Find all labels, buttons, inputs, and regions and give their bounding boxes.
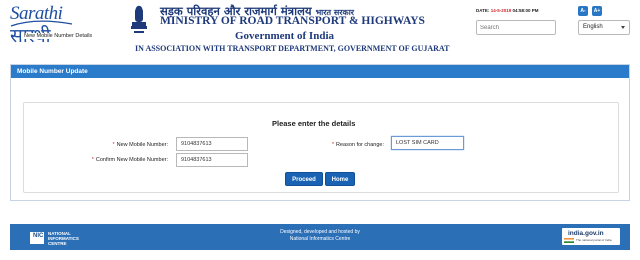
fieldset-legend: New Mobile Number Details [21,33,96,39]
home-button[interactable]: Home [325,172,355,186]
new-mobile-label-text: New Mobile Number: [116,142,168,148]
panel-title: Mobile Number Update [11,65,629,78]
footer-line-1: Designed, developed and hosted by [280,229,360,235]
nic-logo-text: NIC [33,233,44,239]
association-title: IN ASSOCIATION WITH TRANSPORT DEPARTMENT… [135,44,450,53]
sarathi-logo[interactable]: Sarathi सारथी [8,3,78,51]
tricolor-flag-icon [564,238,574,243]
time-value: 04:58:00 PM [512,8,539,13]
required-mark: * [91,157,94,163]
reason-field[interactable]: LOST SIM CARD [391,136,464,150]
nic-name: NATIONAL INFORMATICS CENTRE [48,231,79,246]
chevron-down-icon [621,26,625,29]
language-selected-value: English [583,24,603,30]
search-input[interactable] [476,20,556,35]
national-emblem-icon [131,5,147,33]
footer-credits: Designed, developed and hosted by Nation… [250,229,390,243]
government-title: Government of India [235,30,334,42]
confirm-mobile-field[interactable]: 9104837613 [176,153,248,167]
font-increase-button[interactable]: A+ [592,6,602,16]
footer-line-2: National Informatics Centre [289,236,351,242]
date-value: 14-5-2019 [490,8,512,13]
form-heading: Please enter the details [272,119,356,128]
site-header: Sarathi सारथी सड़क परिवहन और राजमार्ग मं… [0,0,640,62]
proceed-button[interactable]: Proceed [285,172,323,186]
language-select[interactable]: English [578,20,630,35]
confirm-mobile-label-text: Confirm New Mobile Number: [95,157,168,163]
confirm-mobile-label: * Confirm New Mobile Number: [70,157,168,163]
new-mobile-field[interactable]: 9104837613 [176,137,248,151]
reason-label: * Reason for change: [314,142,384,148]
site-footer: NIC NATIONAL INFORMATICS CENTRE Designed… [10,224,630,250]
required-mark: * [112,142,115,148]
date-time: DATE: 14-5-2019 04:58:00 PM [476,8,539,13]
new-mobile-label: * New Mobile Number: [96,142,169,148]
font-decrease-button[interactable]: A- [578,6,588,16]
ministry-english-title: MINISTRY OF ROAD TRANSPORT & HIGHWAYS [160,15,425,27]
required-mark: * [331,142,334,148]
india-gov-title: india.gov.in [568,230,604,237]
india-gov-subtitle: The national portal of India [576,238,612,242]
india-gov-link[interactable]: india.gov.in The national portal of Indi… [562,228,620,245]
date-label: DATE: [476,8,490,13]
reason-label-text: Reason for change: [335,142,384,148]
